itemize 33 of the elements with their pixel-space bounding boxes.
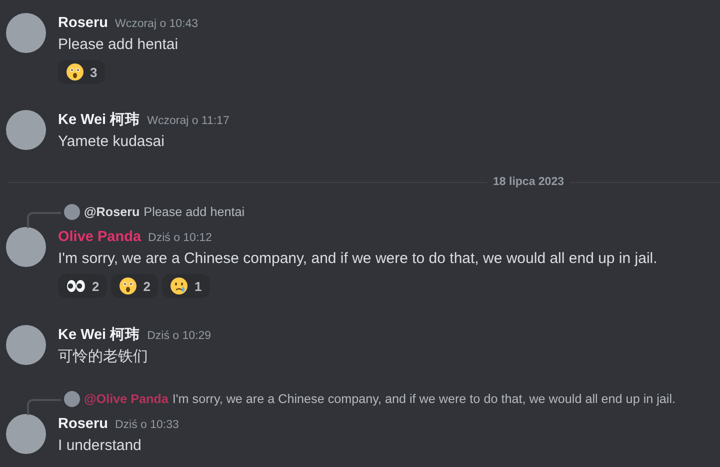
- username[interactable]: Roseru: [58, 12, 108, 34]
- message-text: I'm sorry, we are a Chinese company, and if we were to do that, we would all end up in jail.: [58, 249, 658, 269]
- reply-mention[interactable]: @Roseru: [84, 205, 140, 219]
- eyes-icon: [66, 279, 86, 293]
- user-avatar[interactable]: [6, 325, 46, 365]
- reply-avatar: [64, 204, 80, 220]
- user-avatar[interactable]: [6, 13, 46, 53]
- timestamp: Dziś o 10:12: [148, 231, 212, 246]
- date-label: 18 lipca 2023: [492, 176, 565, 188]
- message-text: Please add hentai: [58, 35, 180, 55]
- timestamp: Dziś o 10:33: [114, 418, 179, 433]
- timestamp: Dziś o 10:29: [147, 329, 212, 344]
- message-text: Yamete kudasai: [58, 132, 166, 152]
- username[interactable]: Roseru: [58, 413, 108, 435]
- reaction-button[interactable]: 2: [58, 274, 108, 298]
- username[interactable]: Ke Wei 柯玮: [58, 109, 140, 131]
- user-avatar[interactable]: [6, 414, 46, 454]
- reaction-button[interactable]: 1: [162, 274, 210, 298]
- astonished-face-icon: [119, 277, 138, 295]
- reply-text[interactable]: I'm sorry, we are a Chinese company, and if we were to do that, we would all end up in jail.: [172, 392, 676, 406]
- timestamp: Wczoraj o 10:43: [114, 17, 198, 32]
- reply-text[interactable]: Please add hentai: [144, 205, 245, 219]
- user-avatar[interactable]: [6, 110, 46, 150]
- message-text: I understand: [58, 436, 142, 456]
- reaction-button[interactable]: 3: [58, 60, 106, 84]
- astonished-face-icon: [66, 63, 84, 81]
- timestamp: Wczoraj o 11:17: [147, 114, 230, 129]
- message-text: 可怜的老铁们: [58, 347, 149, 367]
- user-avatar[interactable]: [6, 227, 46, 267]
- crying-face-icon: [170, 277, 188, 295]
- reply-avatar: [64, 391, 80, 407]
- reaction-button[interactable]: 2: [111, 274, 158, 298]
- username[interactable]: Ke Wei 柯玮: [58, 324, 140, 346]
